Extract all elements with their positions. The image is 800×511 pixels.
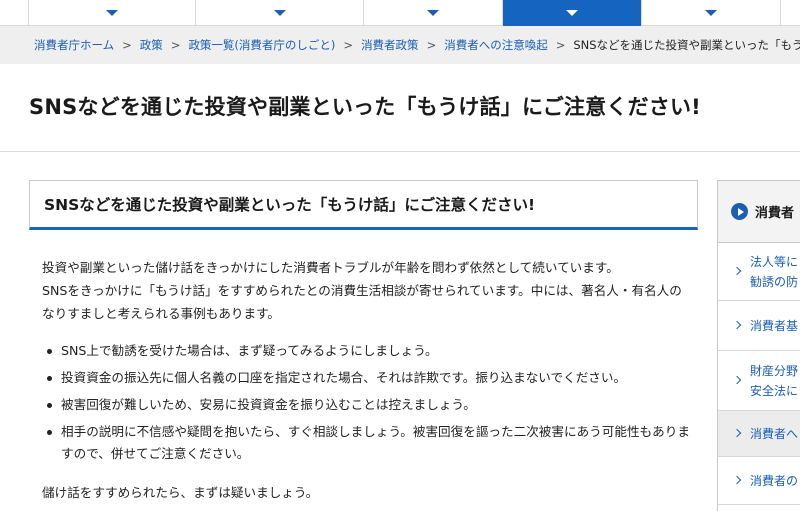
main-content: SNSなどを通じた投資や副業といった「もうけ話」にご注意ください! 投資や副業と… — [29, 180, 698, 504]
sidebar-item-3[interactable]: 財産分野 安全法に — [718, 351, 800, 411]
sidebar-item-label: 消費者へ — [750, 426, 799, 441]
list-item: 相手の説明に不信感や疑問を抱いたら、すぐ相談しましょう。被害回復を謳った二次被害… — [42, 421, 692, 465]
breadcrumb-alerts[interactable]: 消費者への注意喚起 — [444, 37, 548, 53]
closing-text: 儲け話をすすめられたら、まずは疑いましょう。 — [42, 485, 319, 500]
breadcrumb-policy[interactable]: 政策 — [140, 37, 163, 53]
sidebar-item-label: 法人等に — [750, 254, 799, 269]
chevron-right-icon — [732, 266, 742, 275]
sidebar-item-label: 勧誘の防 — [750, 274, 799, 289]
advice-list: SNS上で勧誘を受けた場合は、まず疑ってみるようにしましょう。 投資資金の振込先… — [42, 340, 692, 465]
article-heading: SNSなどを通じた投資や副業といった「もうけ話」にご注意ください! — [44, 196, 536, 214]
sidebar-heading: 消費者 — [718, 181, 800, 243]
sidebar-item-2[interactable]: 消費者基 — [718, 301, 800, 351]
sidebar-item-label: 財産分野 — [750, 363, 799, 378]
nav-tab-6[interactable] — [781, 0, 800, 26]
chevron-right-icon — [732, 320, 742, 329]
breadcrumb: 消費者庁ホーム > 政策 > 政策一覧(消費者庁のしごと) > 消費者政策 > … — [0, 26, 800, 64]
sidebar-heading-label: 消費者 — [755, 206, 795, 221]
article-heading-box: SNSなどを通じた投資や副業といった「もうけ話」にご注意ください! — [29, 180, 698, 230]
list-item: 投資資金の振込先に個人名義の口座を指定された場合、それは詐欺です。振り込まないで… — [42, 367, 692, 389]
nav-tab-2[interactable] — [196, 0, 364, 26]
chevron-down-icon — [705, 10, 717, 16]
breadcrumb-separator: > — [170, 38, 181, 52]
sidebar-item-label: 消費者の — [750, 473, 799, 488]
sidebar-item-5[interactable]: 消費者の — [718, 457, 800, 505]
breadcrumb-current: SNSなどを通じた投資や副業といった「もうけ話 — [573, 38, 800, 52]
breadcrumb-separator: > — [343, 38, 354, 52]
sidebar-item-4-selected[interactable]: 消費者へ — [718, 411, 800, 457]
page-title: SNSなどを通じた投資や副業といった「もうけ話」にご注意ください! — [29, 95, 701, 119]
related-sidebar: 消費者 法人等に 勧誘の防 消費者基 財産分野 安全法に 消費者へ 消費者の — [717, 180, 800, 511]
list-item: 被害回復が難しいため、安易に投資資金を振り込むことは控えましょう。 — [42, 394, 692, 416]
breadcrumb-policy-list[interactable]: 政策一覧(消費者庁のしごと) — [188, 37, 335, 53]
sidebar-item-label: 消費者基 — [750, 318, 799, 333]
chevron-down-icon — [566, 10, 578, 16]
list-item: SNS上で勧誘を受けた場合は、まず疑ってみるようにしましょう。 — [42, 340, 692, 362]
sidebar-item-1[interactable]: 法人等に 勧誘の防 — [718, 243, 800, 301]
breadcrumb-separator: > — [555, 38, 566, 52]
breadcrumb-home[interactable]: 消費者庁ホーム — [34, 37, 114, 53]
chevron-right-icon — [732, 428, 742, 437]
breadcrumb-separator: > — [122, 38, 132, 52]
chevron-down-icon — [106, 10, 118, 16]
nav-tab-edge[interactable] — [0, 0, 29, 26]
nav-tab-1[interactable] — [29, 0, 196, 26]
chevron-down-icon — [273, 10, 286, 16]
chevron-down-icon — [427, 10, 439, 16]
intro-line: 投資や副業といった儲け話をきっかけにした消費者トラブルが年齢を問わず依然として続… — [42, 260, 619, 275]
chevron-right-icon — [732, 475, 742, 484]
chevron-right-icon — [732, 375, 742, 384]
breadcrumb-separator: > — [426, 38, 437, 52]
title-divider — [0, 151, 800, 152]
sidebar-item-label: 安全法に — [750, 383, 799, 398]
nav-tab-3[interactable] — [364, 0, 503, 26]
global-nav — [0, 0, 800, 26]
arrow-circle-icon — [731, 203, 748, 220]
intro-line: SNSをきっかけに「もうけ話」をすすめられたとの消費生活相談が寄せられています。… — [42, 283, 682, 321]
nav-tab-5[interactable] — [642, 0, 781, 26]
intro-paragraph: 投資や副業といった儲け話をきっかけにした消費者トラブルが年齢を問わず依然として続… — [42, 256, 692, 325]
nav-tab-4-active[interactable] — [503, 0, 642, 26]
breadcrumb-consumer-policy[interactable]: 消費者政策 — [361, 37, 419, 53]
